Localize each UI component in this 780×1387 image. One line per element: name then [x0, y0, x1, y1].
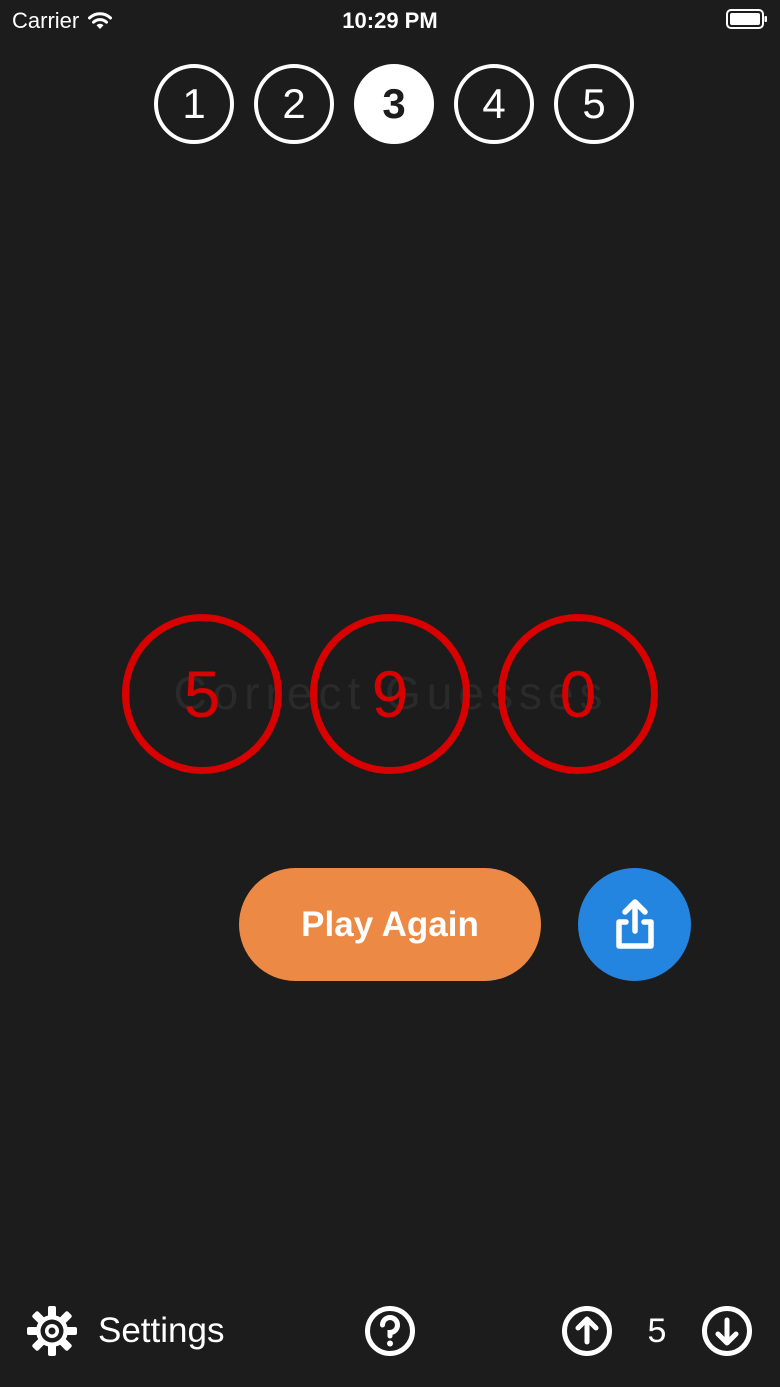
- level-button-5[interactable]: 5: [554, 64, 634, 144]
- bottom-bar: Settings 5: [0, 1300, 780, 1362]
- arrow-up-circle-icon: [562, 1306, 612, 1356]
- status-time: 10:29 PM: [342, 8, 438, 33]
- settings-button[interactable]: Settings: [26, 1305, 224, 1357]
- level-button-3[interactable]: 3: [354, 64, 434, 144]
- level-selector: 1 2 3 4 5: [154, 64, 634, 144]
- gear-icon: [27, 1306, 77, 1356]
- level-button-4[interactable]: 4: [454, 64, 534, 144]
- result-digits: Correct Guesses 5 9 0: [122, 614, 660, 774]
- count-value: 5: [647, 1312, 667, 1350]
- level-button-2[interactable]: 2: [254, 64, 334, 144]
- battery-icon: [726, 9, 767, 29]
- decrease-count-button[interactable]: [701, 1305, 753, 1357]
- result-digit-2: 9: [310, 614, 470, 774]
- help-button[interactable]: [364, 1305, 416, 1357]
- share-icon: [615, 898, 654, 949]
- result-digit-1: 5: [122, 614, 282, 774]
- question-circle-icon: [365, 1306, 415, 1356]
- level-button-1[interactable]: 1: [154, 64, 234, 144]
- arrow-down-circle-icon: [702, 1306, 752, 1356]
- play-again-button[interactable]: Play Again: [239, 868, 541, 981]
- status-bar: Carrier 10:29 PM: [0, 0, 780, 40]
- increase-count-button[interactable]: [561, 1305, 613, 1357]
- result-digit-3: 0: [498, 614, 658, 774]
- settings-label: Settings: [98, 1311, 225, 1350]
- share-button[interactable]: [578, 868, 691, 981]
